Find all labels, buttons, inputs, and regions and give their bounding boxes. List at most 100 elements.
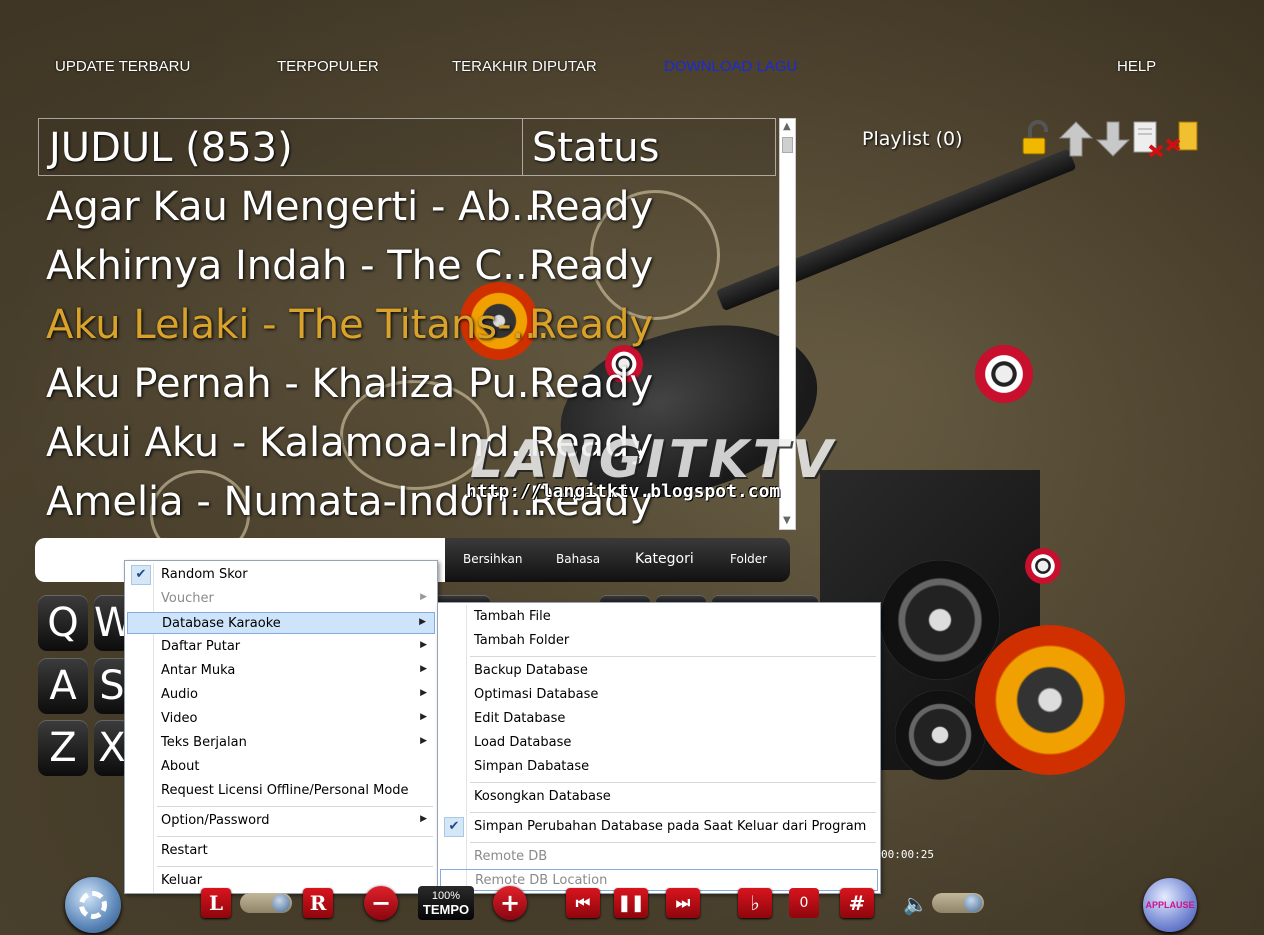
speaker-icon[interactable]: 🔈 xyxy=(903,892,928,916)
menu-item-load-database[interactable]: Load Database xyxy=(440,732,878,754)
clear-playlist-icon[interactable] xyxy=(1165,120,1201,158)
pause-icon: ❚❚ xyxy=(617,893,645,912)
tab-bersihkan[interactable]: Bersihkan xyxy=(463,552,522,566)
right-channel-button[interactable]: R xyxy=(303,888,333,918)
menu-item-backup-database[interactable]: Backup Database xyxy=(440,660,878,682)
tempo-label: TEMPO xyxy=(422,902,470,917)
nav-terakhir-diputar[interactable]: TERAKHIR DIPUTAR xyxy=(452,58,597,75)
song-row-selected[interactable]: Aku Lelaki - The Titans-... Ready xyxy=(38,296,776,355)
settings-button[interactable] xyxy=(65,877,121,933)
nav-update-terbaru[interactable]: UPDATE TERBARU xyxy=(55,58,190,75)
menu-item-antar-muka[interactable]: Antar Muka ▶ xyxy=(127,660,435,682)
watermark-url: http://langitktv.blogspot.com xyxy=(466,481,781,502)
menu-item-audio[interactable]: Audio ▶ xyxy=(127,684,435,706)
menu-item-restart[interactable]: Restart xyxy=(127,840,435,862)
applause-button[interactable]: APPLAUSE xyxy=(1143,878,1197,932)
key-z[interactable]: Z xyxy=(38,720,88,776)
key-flat-button[interactable]: ♭ xyxy=(738,888,772,918)
move-up-icon[interactable] xyxy=(1058,120,1094,158)
menu-item-tambah-file[interactable]: Tambah File xyxy=(440,606,878,628)
menu-item-about[interactable]: About xyxy=(127,756,435,778)
gear-icon xyxy=(79,891,107,919)
song-title: Akhirnya Indah - The C... xyxy=(46,243,541,289)
menu-item-teks-berjalan[interactable]: Teks Berjalan ▶ xyxy=(127,732,435,754)
song-status: Ready xyxy=(529,361,654,407)
check-icon: ✔ xyxy=(131,565,151,585)
menu-separator xyxy=(470,812,876,813)
song-title: Agar Kau Mengerti - Ab... xyxy=(46,184,550,230)
menu-item-voucher: Voucher ▶ xyxy=(161,591,427,606)
database-karaoke-submenu: Tambah File Tambah Folder Backup Databas… xyxy=(437,602,881,894)
menu-item-simpan-database[interactable]: Simpan Dabatase xyxy=(440,756,878,778)
song-title: Aku Pernah - Khaliza Pu... xyxy=(46,361,555,407)
menu-separator xyxy=(470,842,876,843)
plus-icon: + xyxy=(499,889,521,917)
top-navigation: UPDATE TERBARU TERPOPULER TERAKHIR DIPUT… xyxy=(0,58,1264,80)
submenu-arrow-icon: ▶ xyxy=(420,592,427,602)
menu-item-kosongkan-database[interactable]: Kosongkan Database xyxy=(440,786,878,808)
menu-item-video[interactable]: Video ▶ xyxy=(127,708,435,730)
tab-folder[interactable]: Folder xyxy=(730,552,767,566)
song-row[interactable]: Aku Pernah - Khaliza Pu... Ready xyxy=(38,355,776,414)
submenu-arrow-icon: ▶ xyxy=(420,640,427,650)
tab-bahasa[interactable]: Bahasa xyxy=(556,552,600,566)
column-header-judul[interactable]: JUDUL (853) xyxy=(49,125,293,171)
song-row[interactable]: Akhirnya Indah - The C... Ready xyxy=(38,237,776,296)
menu-separator xyxy=(157,866,433,867)
context-menu: ✔ Random Skor Voucher ▶ Database Karaoke… xyxy=(124,560,438,894)
playlist-label: Playlist (0) xyxy=(862,128,963,150)
menu-separator xyxy=(470,782,876,783)
submenu-arrow-icon: ▶ xyxy=(420,814,427,824)
tab-kategori[interactable]: Kategori xyxy=(635,551,694,567)
column-divider[interactable] xyxy=(522,119,523,175)
song-row[interactable]: Agar Kau Mengerti - Ab... Ready xyxy=(38,178,776,237)
submenu-arrow-icon: ▶ xyxy=(420,736,427,746)
key-a[interactable]: A xyxy=(38,658,88,714)
nav-download-lagu[interactable]: DOWNLOAD LAGU xyxy=(664,58,797,75)
menu-item-daftar-putar[interactable]: Daftar Putar ▶ xyxy=(127,636,435,658)
pause-button[interactable]: ❚❚ xyxy=(614,888,648,918)
nav-help[interactable]: HELP xyxy=(1117,58,1156,75)
channel-toggle[interactable] xyxy=(240,893,292,913)
song-status: Ready xyxy=(529,302,654,348)
submenu-arrow-icon: ▶ xyxy=(420,688,427,698)
submenu-arrow-icon: ▶ xyxy=(420,712,427,722)
playback-time: 00:00:25 xyxy=(881,848,934,861)
previous-icon: ⏮ xyxy=(575,893,591,912)
menu-item-database-karaoke[interactable]: Database Karaoke ▶ xyxy=(127,612,435,634)
delete-item-icon[interactable] xyxy=(1132,120,1168,158)
next-button[interactable]: ⏭ xyxy=(666,888,700,918)
tempo-display: 100% TEMPO xyxy=(418,886,474,920)
previous-button[interactable]: ⏮ xyxy=(566,888,600,918)
key-q[interactable]: Q xyxy=(38,595,88,651)
menu-item-edit-database[interactable]: Edit Database xyxy=(440,708,878,730)
menu-item-simpan-perubahan[interactable]: ✔ Simpan Perubahan Database pada Saat Ke… xyxy=(440,816,878,838)
scroll-up-icon[interactable]: ▲ xyxy=(783,122,791,132)
menu-item-request-licensi[interactable]: Request Licensi Offline/Personal Mode xyxy=(127,780,435,802)
song-status: Ready xyxy=(529,243,654,289)
toggle-knob xyxy=(272,894,290,912)
menu-separator xyxy=(157,806,433,807)
menu-item-option-password[interactable]: Option/Password ▶ xyxy=(127,810,435,832)
volume-toggle[interactable] xyxy=(932,893,984,913)
nav-terpopuler[interactable]: TERPOPULER xyxy=(277,58,379,75)
menu-item-remote-db: Remote DB xyxy=(474,849,548,864)
left-channel-button[interactable]: L xyxy=(201,888,231,918)
key-sharp-button[interactable]: # xyxy=(840,888,874,918)
move-down-icon[interactable] xyxy=(1095,120,1131,158)
menu-item-tambah-folder[interactable]: Tambah Folder xyxy=(440,630,878,652)
song-title: Aku Lelaki - The Titans-... xyxy=(46,302,550,348)
unlock-icon[interactable] xyxy=(1020,120,1056,158)
submenu-arrow-icon: ▶ xyxy=(419,617,426,627)
menu-separator xyxy=(470,656,876,657)
menu-item-random-skor[interactable]: ✔ Random Skor xyxy=(127,564,435,586)
toggle-knob xyxy=(964,894,982,912)
tempo-down-button[interactable]: − xyxy=(364,886,398,920)
scroll-down-icon[interactable]: ▼ xyxy=(783,516,791,526)
menu-item-optimasi-database[interactable]: Optimasi Database xyxy=(440,684,878,706)
submenu-arrow-icon: ▶ xyxy=(420,664,427,674)
key-value-display: 0 xyxy=(789,888,819,918)
tempo-up-button[interactable]: + xyxy=(493,886,527,920)
scrollbar-thumb[interactable] xyxy=(782,137,793,153)
column-header-status[interactable]: Status xyxy=(532,125,659,171)
